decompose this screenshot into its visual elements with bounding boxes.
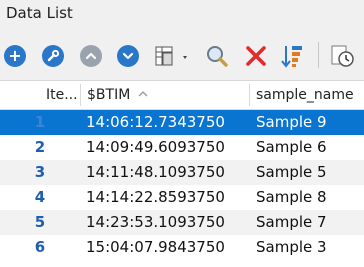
sort-button[interactable] bbox=[278, 42, 306, 70]
btim-cell: 14:06:12.7343750 bbox=[86, 113, 225, 131]
sort-ascending-icon bbox=[137, 81, 153, 109]
column-header-item[interactable]: Ite... bbox=[46, 81, 80, 109]
item-cell: 3 bbox=[34, 163, 46, 181]
wrench-icon bbox=[42, 45, 64, 67]
item-cell: 5 bbox=[34, 213, 46, 231]
settings-button[interactable] bbox=[39, 42, 67, 70]
history-icon bbox=[331, 45, 354, 67]
item-cell: 6 bbox=[34, 238, 46, 256]
column-divider[interactable] bbox=[249, 84, 250, 106]
column-header-sample-name[interactable]: sample_name bbox=[256, 81, 364, 109]
data-grid: Ite... $BTIM sample_name 1 14:06:12.7343… bbox=[0, 80, 364, 267]
toolbar-separator bbox=[318, 42, 319, 68]
column-chooser-icon bbox=[155, 46, 187, 66]
history-button[interactable] bbox=[328, 42, 356, 70]
table-row[interactable]: 2 14:09:49.6093750 Sample 6 bbox=[0, 135, 364, 160]
sample-name-cell: Sample 3 bbox=[256, 238, 327, 256]
add-button[interactable]: + bbox=[1, 42, 29, 70]
btim-cell: 14:23:53.1093750 bbox=[86, 213, 225, 231]
sort-icon bbox=[281, 46, 302, 68]
table-row[interactable]: 6 15:04:07.9843750 Sample 3 bbox=[0, 235, 364, 260]
btim-cell: 14:14:22.8593750 bbox=[86, 188, 225, 206]
search-icon bbox=[207, 46, 228, 67]
title-bar: Data List bbox=[0, 0, 364, 28]
item-cell: 1 bbox=[34, 113, 46, 131]
table-row[interactable]: 1 14:06:12.7343750 Sample 9 bbox=[0, 110, 364, 135]
move-down-icon bbox=[117, 45, 139, 67]
btim-cell: 15:04:07.9843750 bbox=[86, 238, 225, 256]
btim-cell: 14:11:48.1093750 bbox=[86, 163, 225, 181]
window-title: Data List bbox=[6, 4, 73, 22]
search-button[interactable] bbox=[203, 42, 231, 70]
item-cell: 2 bbox=[34, 138, 46, 156]
move-up-icon bbox=[80, 45, 102, 67]
sample-name-cell: Sample 6 bbox=[256, 138, 327, 156]
delete-button[interactable] bbox=[242, 42, 270, 70]
table-row[interactable]: 3 14:11:48.1093750 Sample 5 bbox=[0, 160, 364, 185]
table-row[interactable]: 4 14:14:22.8593750 Sample 8 bbox=[0, 185, 364, 210]
sample-name-cell: Sample 8 bbox=[256, 188, 327, 206]
sample-name-cell: Sample 5 bbox=[256, 163, 327, 181]
btim-cell: 14:09:49.6093750 bbox=[86, 138, 225, 156]
column-header-btim[interactable]: $BTIM bbox=[87, 81, 137, 109]
delete-icon bbox=[246, 46, 266, 66]
item-cell: 4 bbox=[34, 188, 46, 206]
column-divider[interactable] bbox=[80, 84, 81, 106]
toolbar: + bbox=[0, 30, 364, 78]
sample-name-cell: Sample 7 bbox=[256, 213, 327, 231]
move-up-button[interactable] bbox=[77, 42, 105, 70]
sample-name-cell: Sample 9 bbox=[256, 113, 327, 131]
grid-header: Ite... $BTIM sample_name bbox=[0, 81, 364, 110]
move-down-button[interactable] bbox=[114, 42, 142, 70]
table-row[interactable]: 5 14:23:53.1093750 Sample 7 bbox=[0, 210, 364, 235]
column-chooser-button[interactable] bbox=[150, 42, 194, 70]
add-icon: + bbox=[4, 45, 26, 67]
